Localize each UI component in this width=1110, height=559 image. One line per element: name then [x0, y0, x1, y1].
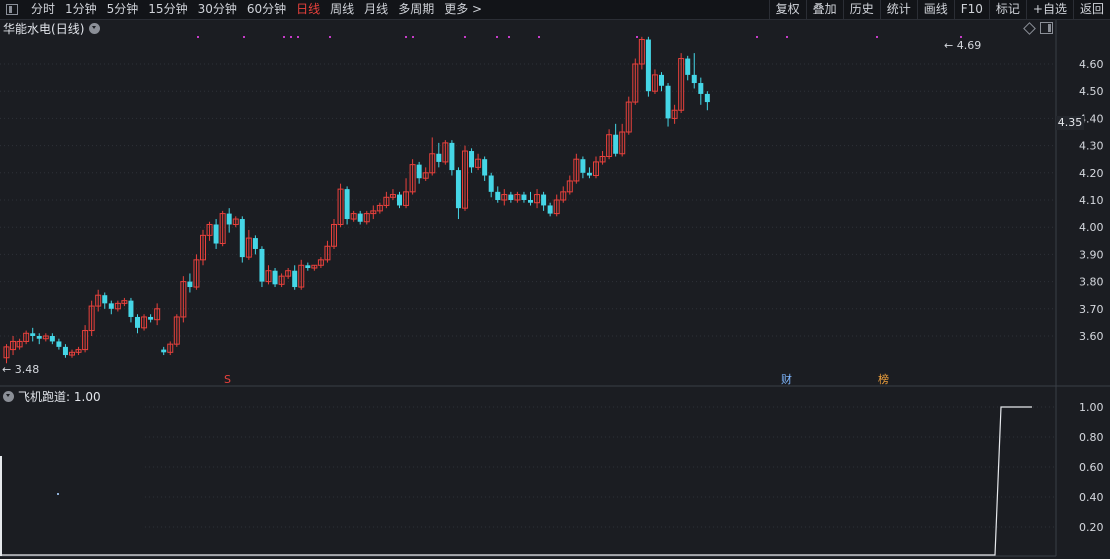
candle-body-down: [128, 300, 134, 317]
candlestick-chart[interactable]: 4.604.504.404.304.204.104.003.903.803.70…: [0, 0, 1110, 559]
candle-body-down: [482, 159, 488, 176]
candle-body-down: [292, 270, 298, 288]
indicator-tick-label: 0.80: [1079, 431, 1104, 444]
candle-body-down: [528, 200, 533, 203]
candle-body-down: [49, 336, 55, 342]
candle-body-down: [226, 213, 232, 225]
candle-body-down: [495, 191, 501, 200]
candle-body-down: [698, 83, 704, 94]
candle-body-down: [213, 224, 219, 244]
signal-dot: [756, 36, 758, 38]
price-tick-label: 3.60: [1079, 330, 1104, 343]
candle-body-down: [102, 295, 108, 304]
high-price-label: ← 4.69: [944, 39, 981, 52]
candle-body-down: [685, 58, 691, 75]
price-tick-label: 4.00: [1079, 221, 1104, 234]
price-tick-label: 3.90: [1079, 248, 1104, 261]
signal-dot: [405, 36, 407, 38]
candle-body-down: [344, 189, 350, 220]
signal-dot: [290, 36, 292, 38]
indicator-tick-label: 1.00: [1079, 401, 1104, 414]
candle-body-down: [704, 93, 710, 103]
price-tick-label: 4.10: [1079, 194, 1104, 207]
candle-body-down: [36, 336, 42, 339]
candle-body-down: [659, 74, 664, 86]
candle-body-down: [239, 219, 245, 258]
candle-body-down: [62, 346, 68, 356]
candle-body-down: [586, 172, 592, 176]
signal-dot: [636, 36, 638, 38]
signal-dot: [508, 36, 510, 38]
price-tick-label: 4.20: [1079, 167, 1104, 180]
event-marker: S: [224, 373, 231, 386]
price-tick-label: 3.80: [1079, 276, 1104, 289]
candle-body-down: [30, 333, 36, 336]
signal-dot: [283, 36, 285, 38]
signal-dot: [329, 36, 331, 38]
candle-body-down: [272, 270, 278, 285]
price-tick-label: 4.30: [1079, 140, 1104, 153]
current-price-label: 4.35: [1056, 116, 1084, 130]
candle-body-down: [691, 74, 697, 84]
candle-body-down: [541, 194, 547, 206]
candle-body-down: [547, 205, 553, 214]
candle-body-down: [397, 194, 402, 206]
low-price-label: ← 3.48: [2, 363, 39, 376]
candle-body-down: [357, 213, 363, 222]
signal-dot: [464, 36, 466, 38]
price-tick-label: 3.70: [1079, 303, 1104, 316]
indicator-title: 飞机跑道 : 1.00: [3, 388, 101, 405]
candle-body-down: [416, 164, 422, 179]
event-marker: 财: [781, 372, 792, 386]
candle-body-down: [135, 316, 140, 328]
indicator-tick-label: 0.60: [1079, 461, 1104, 474]
candle-body-down: [488, 175, 494, 192]
indicator-line: [0, 406, 1032, 556]
indicator-name: 飞机跑道: [18, 390, 67, 404]
candle-body-down: [148, 316, 154, 320]
candle-body-down: [449, 142, 455, 171]
candle-body-down: [580, 159, 586, 173]
candle-body-down: [108, 303, 114, 309]
candle-body-down: [508, 194, 514, 200]
candle-body-down: [305, 265, 311, 268]
indicator-dot: [57, 493, 59, 495]
candle-body-down: [469, 151, 475, 168]
candle-body-down: [259, 248, 265, 282]
signal-dot: [538, 36, 540, 38]
indicator-left-bar: [0, 456, 2, 556]
indicator-tick-label: 0.40: [1079, 491, 1104, 504]
signal-dot: [876, 36, 878, 38]
signal-dot: [960, 36, 962, 38]
candle-body-down: [613, 134, 619, 154]
candle-body-down: [161, 349, 167, 353]
indicator-tick-label: 0.20: [1079, 521, 1104, 534]
signal-dot: [786, 36, 788, 38]
signal-dot: [197, 36, 199, 38]
candle-body-down: [56, 341, 62, 347]
chevron-down-icon[interactable]: [3, 391, 14, 402]
candle-body-down: [645, 39, 651, 92]
candle-body-down: [436, 153, 442, 162]
indicator-value: : 1.00: [66, 389, 101, 404]
candle-body-down: [455, 170, 461, 209]
candle-body-down: [187, 281, 193, 288]
candle-body-down: [252, 238, 258, 249]
signal-dot: [243, 36, 245, 38]
event-marker: 榜: [878, 372, 889, 386]
signal-dot: [412, 36, 414, 38]
candle-body-down: [665, 85, 671, 119]
price-tick-label: 4.50: [1079, 85, 1104, 98]
price-tick-label: 4.60: [1079, 58, 1104, 71]
signal-dot: [297, 36, 299, 38]
signal-dot: [496, 36, 498, 38]
candle-body-down: [521, 194, 527, 200]
